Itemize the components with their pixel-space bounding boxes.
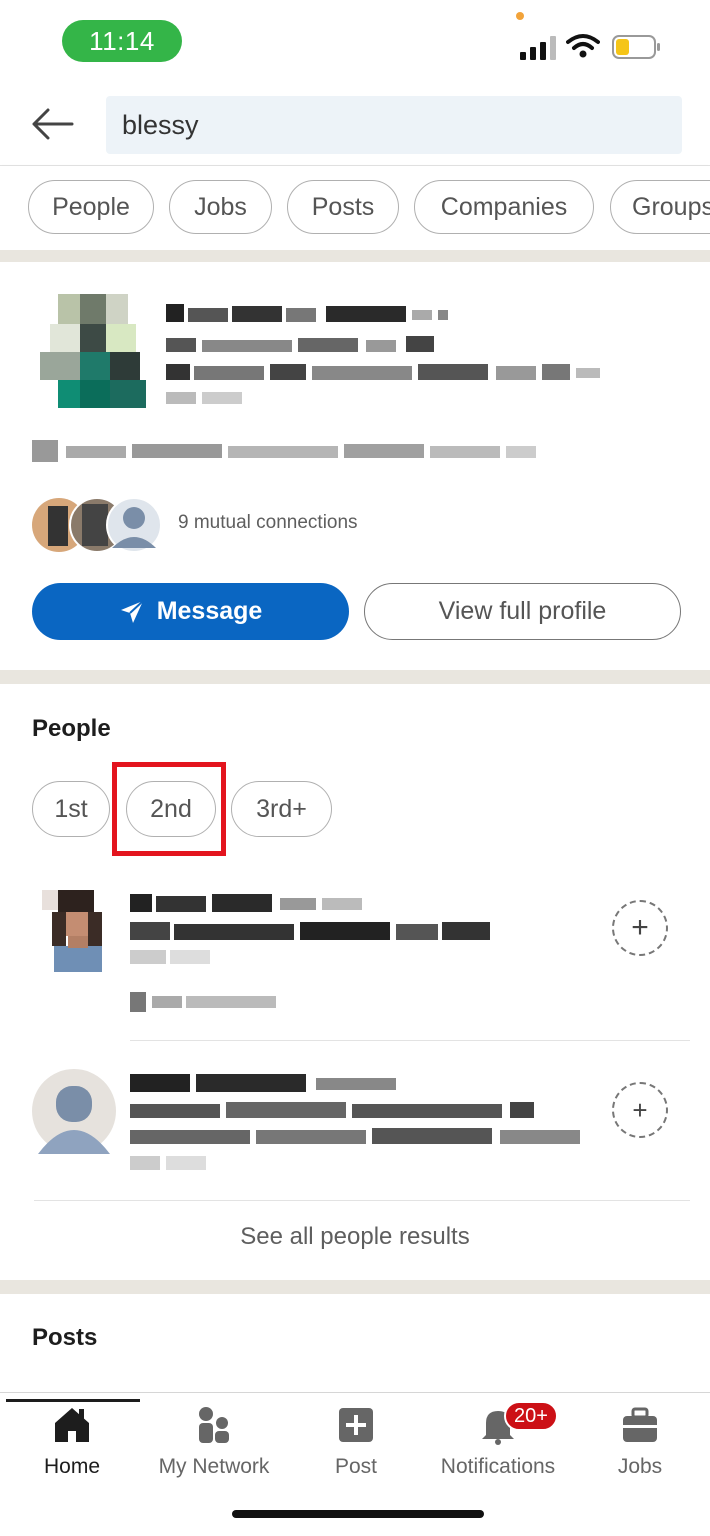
- nav-jobs[interactable]: Jobs: [569, 1401, 710, 1479]
- status-time: 11:14: [62, 20, 182, 62]
- post-add-icon: [339, 1408, 373, 1442]
- nav-home[interactable]: Home: [1, 1399, 143, 1479]
- posts-section-title: Posts: [32, 1324, 98, 1351]
- nav-my-network[interactable]: My Network: [143, 1401, 285, 1479]
- profile-details-blurred: [166, 304, 600, 404]
- message-button-label: Message: [156, 597, 263, 625]
- search-filter-bar: People Jobs Posts Companies Groups: [0, 166, 710, 250]
- message-button[interactable]: Message: [32, 583, 349, 640]
- filter-chip-posts[interactable]: Posts: [287, 180, 399, 234]
- filter-chip-companies[interactable]: Companies: [414, 180, 594, 234]
- people-section-title: People: [32, 715, 111, 742]
- person-avatar[interactable]: [32, 884, 116, 974]
- view-full-profile-button[interactable]: View full profile: [364, 583, 681, 640]
- filter-chip-jobs[interactable]: Jobs: [169, 180, 272, 234]
- nav-post[interactable]: Post: [285, 1401, 427, 1479]
- nav-notifications-label: Notifications: [440, 1455, 556, 1478]
- search-input[interactable]: blessy: [106, 96, 682, 154]
- section-divider: [0, 1280, 710, 1294]
- filter-chip-groups[interactable]: Groups: [610, 180, 710, 234]
- mutual-connections-count[interactable]: 9 mutual connections: [178, 512, 358, 534]
- section-divider: [0, 670, 710, 684]
- home-icon: [55, 1408, 89, 1442]
- battery-icon: [612, 35, 660, 59]
- person-details-blurred: [130, 894, 490, 1012]
- send-icon: [120, 599, 144, 623]
- privacy-indicator-dot: [516, 12, 524, 20]
- active-tab-indicator: [6, 1399, 140, 1402]
- list-divider: [130, 1040, 690, 1041]
- nav-home-label: Home: [43, 1455, 101, 1478]
- wifi-icon: [566, 34, 600, 58]
- notifications-badge: 20+: [504, 1401, 558, 1431]
- section-divider: [0, 250, 710, 262]
- person-avatar[interactable]: [32, 1066, 116, 1156]
- connect-button[interactable]: +: [612, 900, 668, 956]
- back-arrow-icon[interactable]: [28, 102, 76, 146]
- profile-summary-blurred: [32, 440, 536, 462]
- nav-my-network-label: My Network: [158, 1455, 270, 1478]
- briefcase-icon: [623, 1407, 657, 1442]
- search-header: blessy: [0, 84, 710, 166]
- list-divider: [34, 1200, 690, 1201]
- cellular-signal-icon: [520, 36, 556, 60]
- profile-photo-blurred[interactable]: [40, 294, 150, 408]
- highlight-annotation-box: [112, 762, 226, 856]
- degree-filter-1st[interactable]: 1st: [32, 781, 110, 837]
- degree-filter-3rd[interactable]: 3rd+: [231, 781, 332, 837]
- network-icon: [199, 1407, 229, 1443]
- connect-button[interactable]: +: [612, 1082, 668, 1138]
- home-indicator: [232, 1510, 484, 1518]
- filter-chip-people[interactable]: People: [28, 180, 154, 234]
- mutual-connections-avatars: [32, 497, 162, 553]
- nav-jobs-label: Jobs: [617, 1455, 663, 1478]
- status-bar: 11:14: [0, 0, 710, 84]
- nav-post-label: Post: [334, 1455, 378, 1478]
- see-all-people-results-link[interactable]: See all people results: [0, 1208, 710, 1266]
- person-details-blurred: [130, 1074, 580, 1170]
